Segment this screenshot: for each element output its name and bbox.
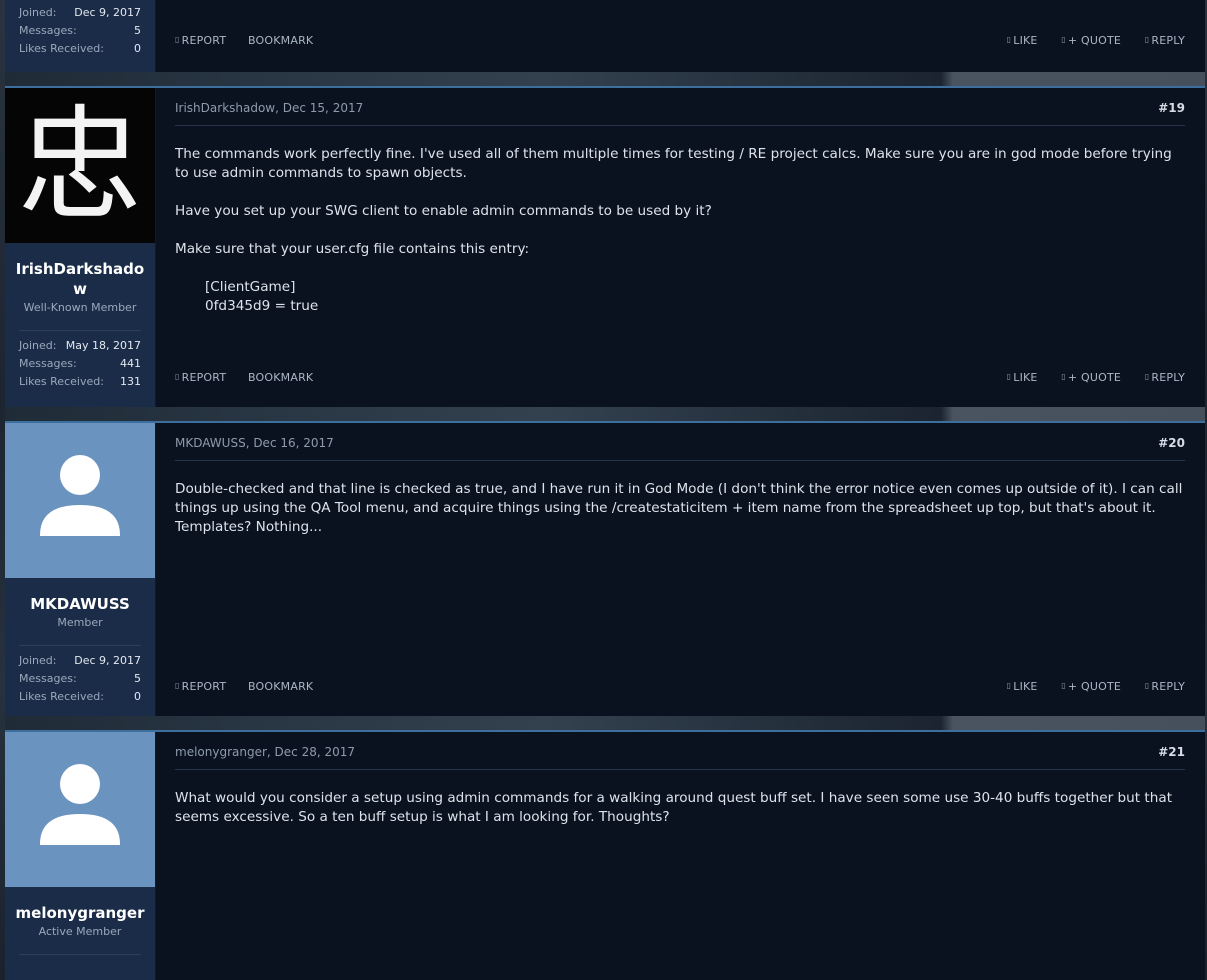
post-actions: ▯ REPORT BOOKMARK ▯ LIKE ▯ + QUOTE ▯ REPLY <box>175 371 1185 387</box>
user-info: 忠 IrishDarkshadow Well-Known Member Join… <box>5 88 156 407</box>
post-author[interactable]: IrishDarkshadow <box>175 101 275 115</box>
user-stats: Joined: Dec 9, 2017 Messages: 5 Likes Rece… <box>19 4 141 58</box>
default-avatar[interactable] <box>5 423 155 578</box>
post-date[interactable]: , Dec 28, 2017 <box>267 745 355 759</box>
paragraph: The commands work perfectly fine. I've u… <box>175 146 1172 181</box>
post-meta: melonygranger, Dec 28, 2017 #21 <box>175 745 1185 770</box>
reply-button[interactable]: ▯ REPLY <box>1145 371 1185 384</box>
username[interactable]: melonygranger <box>5 903 155 923</box>
reply-button[interactable]: ▯ REPLY <box>1145 680 1185 693</box>
user-silhouette-icon <box>40 764 120 845</box>
quote-icon: ▯ <box>1061 35 1066 44</box>
bookmark-button[interactable]: BOOKMARK <box>248 680 313 693</box>
stat-messages: Messages: 5 <box>19 672 141 685</box>
report-button[interactable]: ▯ REPORT <box>175 371 226 384</box>
user-title: Well-Known Member <box>23 301 137 314</box>
paragraph: What would you consider a setup using ad… <box>175 790 1173 825</box>
config-line: 0fd345d9 = true <box>205 298 319 314</box>
user-stats: Joined: Dec 9, 2017 Messages: 5 Likes Rece… <box>19 645 141 706</box>
stat-likes: Likes Received: 0 <box>19 42 141 55</box>
config-line: [ClientGame] <box>205 279 296 295</box>
post-body: The commands work perfectly fine. I've u… <box>175 145 1185 316</box>
reply-icon: ▯ <box>1144 372 1150 381</box>
user-title: Member <box>57 616 103 629</box>
paragraph: Make sure that your user.cfg file contai… <box>175 241 530 257</box>
bookmark-button[interactable]: BOOKMARK <box>248 371 313 384</box>
default-avatar[interactable] <box>5 732 155 887</box>
stat-messages: Messages: 5 <box>19 24 141 37</box>
stat-likes: Likes Received: 131 <box>19 375 141 388</box>
user-info: Joined: Dec 9, 2017 Messages: 5 Likes Rece… <box>5 0 156 72</box>
like-button[interactable]: ▯ LIKE <box>1007 680 1038 693</box>
report-icon: ▯ <box>175 372 180 381</box>
stat-joined: Joined: Dec 9, 2017 <box>19 654 141 667</box>
quote-button[interactable]: ▯ + QUOTE <box>1061 34 1121 47</box>
quote-button[interactable]: ▯ + QUOTE <box>1061 371 1121 384</box>
quote-icon: ▯ <box>1061 372 1066 381</box>
post-18: Joined: Dec 9, 2017 Messages: 5 Likes Rece… <box>5 0 1205 72</box>
post-actions: ▯ REPORT BOOKMARK ▯ LIKE ▯ + QUOTE ▯ REPLY <box>175 680 1185 696</box>
user-stats: Joined: May 18, 2017 Messages: 441 Likes R… <box>19 330 141 391</box>
post-number[interactable]: #20 <box>1158 436 1185 450</box>
post-body: Double-checked and that line is checked … <box>175 480 1185 556</box>
like-button[interactable]: ▯ LIKE <box>1007 371 1038 384</box>
post-21: melonygranger Active Member melonygrange… <box>5 730 1205 980</box>
quote-icon: ▯ <box>1061 681 1066 690</box>
stat-likes: Likes Received: 0 <box>19 690 141 703</box>
stat-joined: Joined: May 18, 2017 <box>19 339 141 352</box>
post-author[interactable]: melonygranger <box>175 745 267 759</box>
username[interactable]: MKDAWUSS <box>5 594 155 614</box>
avatar-glyph: 忠 <box>17 94 142 238</box>
kanji-avatar[interactable]: 忠 <box>5 88 155 243</box>
post-date[interactable]: , Dec 15, 2017 <box>275 101 363 115</box>
post-number[interactable]: #19 <box>1158 101 1185 115</box>
stat-joined: Joined: Dec 9, 2017 <box>19 6 141 19</box>
username[interactable]: IrishDarkshadow <box>5 259 155 299</box>
reply-icon: ▯ <box>1144 35 1150 44</box>
report-button[interactable]: ▯ REPORT <box>175 680 226 693</box>
post-content: ▯ REPORT BOOKMARK ▯ LIKE ▯ + QUOTE ▯ REPLY <box>175 0 1185 72</box>
reply-button[interactable]: ▯ REPLY <box>1145 34 1185 47</box>
post-date[interactable]: , Dec 16, 2017 <box>246 436 334 450</box>
user-silhouette-icon <box>40 455 120 536</box>
post-meta: MKDAWUSS, Dec 16, 2017 #20 <box>175 436 1185 461</box>
post-actions: ▯ REPORT BOOKMARK ▯ LIKE ▯ + QUOTE ▯ REPLY <box>175 34 1185 50</box>
user-stats <box>19 954 141 961</box>
post-number[interactable]: #21 <box>1158 745 1185 759</box>
post-author[interactable]: MKDAWUSS <box>175 436 246 450</box>
stat-messages: Messages: 441 <box>19 357 141 370</box>
reply-icon: ▯ <box>1144 681 1150 690</box>
paragraph: Double-checked and that line is checked … <box>175 481 1183 535</box>
post-meta: IrishDarkshadow, Dec 15, 2017 #19 <box>175 101 1185 126</box>
user-info: melonygranger Active Member <box>5 732 156 980</box>
report-icon: ▯ <box>175 681 180 690</box>
post-20: MKDAWUSS Member Joined: Dec 9, 2017 Messa… <box>5 421 1205 716</box>
bookmark-button[interactable]: BOOKMARK <box>248 34 313 47</box>
user-title: Active Member <box>38 925 122 938</box>
quote-button[interactable]: ▯ + QUOTE <box>1061 680 1121 693</box>
post-content: melonygranger, Dec 28, 2017 #21 What wou… <box>175 732 1185 980</box>
post-19: 忠 IrishDarkshadow Well-Known Member Join… <box>5 86 1205 407</box>
like-icon: ▯ <box>1006 372 1012 381</box>
paragraph: Have you set up your SWG client to enabl… <box>175 203 712 219</box>
post-content: MKDAWUSS, Dec 16, 2017 #20 Double-checke… <box>175 423 1185 716</box>
report-icon: ▯ <box>175 35 180 44</box>
post-body: What would you consider a setup using ad… <box>175 789 1185 846</box>
like-icon: ▯ <box>1006 35 1012 44</box>
report-button[interactable]: ▯ REPORT <box>175 34 226 47</box>
post-content: IrishDarkshadow, Dec 15, 2017 #19 The co… <box>175 88 1185 407</box>
like-icon: ▯ <box>1006 681 1012 690</box>
user-info: MKDAWUSS Member Joined: Dec 9, 2017 Messa… <box>5 423 156 716</box>
like-button[interactable]: ▯ LIKE <box>1007 34 1038 47</box>
